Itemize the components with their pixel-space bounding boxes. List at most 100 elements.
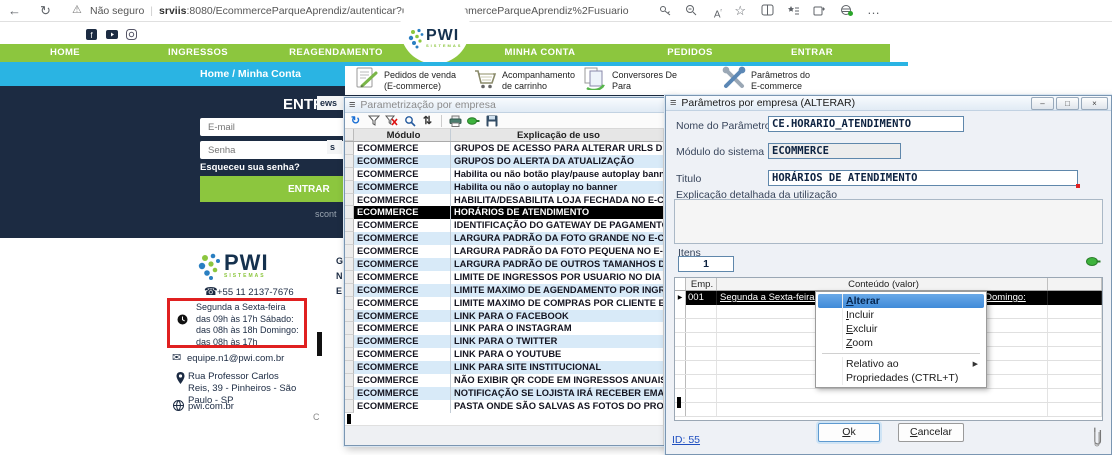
menu-item-relativo-ao[interactable]: Relativo ao▶ [818,357,984,371]
youtube-icon[interactable] [106,27,118,39]
table-row[interactable]: ECOMMERCEGRUPOS DO ALERTA DA ATUALIZAÇÃO [345,155,663,168]
param-window-titlebar[interactable]: ≡ Parametrização por empresa [345,98,673,113]
row-selector[interactable] [675,333,686,346]
shortcut-parametros-ecommerce[interactable]: Parâmetros doE-commerce [722,67,810,94]
browser-essentials-icon[interactable] [813,4,826,17]
row-selector[interactable] [675,319,686,332]
window-menu-icon[interactable]: ≡ [349,98,355,112]
row-selector[interactable] [345,361,354,374]
col-header-modulo[interactable]: Módulo [354,129,451,141]
titulo-field[interactable]: HORÁRIOS DE ATENDIMENTO [768,170,1078,186]
row-selector[interactable] [345,374,354,387]
row-selector[interactable] [345,297,354,310]
row-selector[interactable] [345,181,354,194]
site-logo[interactable]: PWISISTEMAS [408,28,462,50]
sort-icon[interactable]: ⇅ [421,114,434,127]
table-row[interactable]: ECOMMERCELINK PARA O TWITTER [345,335,663,348]
row-selector[interactable] [345,206,354,219]
password-field[interactable] [200,141,345,159]
zoom-out-icon[interactable] [685,4,698,17]
nav-item-entrar[interactable]: ENTRAR [791,44,833,62]
window-menu-icon[interactable]: ≡ [670,96,676,110]
table-row[interactable]: ECOMMERCELINK PARA SITE INSTITUCIONAL [345,361,663,374]
row-selector[interactable] [345,155,354,168]
row-selector[interactable] [345,142,354,155]
nav-item-pedidos[interactable]: PEDIDOS [667,44,713,62]
shortcut-acompanhamento-carrinho[interactable]: Acompanhamentode carrinho [473,67,575,94]
footer-website[interactable]: pwi.com.br [188,401,234,413]
row-selector[interactable] [675,375,686,388]
row-selector[interactable] [345,284,354,297]
row-selector[interactable] [345,271,354,284]
itens-count-field[interactable]: 1 [678,256,734,272]
print-icon[interactable] [449,114,462,127]
email-field[interactable] [200,118,345,136]
minimize-button[interactable]: – [1031,97,1054,110]
table-row[interactable]: ECOMMERCELIMITE MAXIMO DE AGENDAMENTO PO… [345,284,663,297]
table-row[interactable]: ECOMMERCELINK PARA O YOUTUBE [345,348,663,361]
explicacao-textarea[interactable] [674,199,1103,244]
new-row-placeholder[interactable] [345,413,663,426]
facebook-icon[interactable]: f [86,27,98,39]
find-icon[interactable] [403,114,416,127]
row-selector[interactable] [345,232,354,245]
table-row[interactable]: ECOMMERCELARGURA PADRÃO DA FOTO GRANDE N… [345,232,663,245]
close-button[interactable]: × [1081,97,1108,110]
row-selector[interactable] [345,194,354,207]
table-row[interactable]: ECOMMERCELIMITE MAXIMO DE COMPRAS POR CL… [345,297,663,310]
row-selector[interactable] [345,219,354,232]
table-row[interactable]: ECOMMERCELINK PARA O FACEBOOK [345,310,663,323]
split-screen-icon[interactable] [761,4,774,17]
breadcrumb[interactable]: Home / Minha Conta [200,68,301,80]
save-icon[interactable] [485,114,498,127]
settings-more-icon[interactable]: … [867,1,880,19]
row-selector[interactable] [345,387,354,400]
table-row[interactable]: ECOMMERCENÃO EXIBIR QR CODE EM INGRESSOS… [345,374,663,387]
ok-button[interactable]: Ok [818,423,880,442]
col-header-emp[interactable]: Emp. [686,278,717,290]
row-selector[interactable] [345,400,354,413]
modulo-sistema-field[interactable]: ECOMMERCE [768,143,901,159]
row-selector[interactable] [675,305,686,318]
maximize-button[interactable]: □ [1056,97,1079,110]
row-selector[interactable] [345,335,354,348]
itens-action-icon[interactable] [1086,254,1101,272]
row-selector[interactable] [345,348,354,361]
empty-grid-row[interactable] [675,389,1102,403]
extensions-icon[interactable] [840,4,854,17]
table-row[interactable]: ECOMMERCEHabilita ou não botão play/paus… [345,168,663,181]
menu-item-excluir[interactable]: Excluir [818,322,984,336]
refresh-icon[interactable]: ↻ [349,114,362,127]
back-arrow-icon[interactable]: ← [8,2,21,20]
menu-item-incluir[interactable]: Incluir [818,308,984,322]
record-id-link[interactable]: ID: 55 [672,434,700,446]
table-row[interactable]: ECOMMERCELINK PARA O INSTAGRAM [345,322,663,335]
col-header-explicacao[interactable]: Explicação de uso [451,129,663,141]
menu-item-propriedades-ctrl-t[interactable]: Propriedades (CTRL+T) [818,371,984,385]
row-selector[interactable] [345,322,354,335]
row-selector[interactable] [675,361,686,374]
footer-email[interactable]: equipe.n1@pwi.com.br [187,353,284,365]
row-selector[interactable] [345,245,354,258]
table-row[interactable]: ECOMMERCELIMITE DE INGRESSOS POR USUARIO… [345,271,663,284]
table-row[interactable]: ECOMMERCENOTIFICAÇÃO SE LOJISTA IRÁ RECE… [345,387,663,400]
export-icon[interactable] [467,114,480,127]
nome-parametro-field[interactable]: CE.HORARIO_ATENDIMENTO [768,116,964,132]
table-row[interactable]: ECOMMERCEHORÁRIOS DE ATENDIMENTO [345,206,663,219]
collections-icon[interactable] [787,4,800,17]
table-row[interactable]: ECOMMERCEGRUPOS DE ACESSO PARA ALTERAR U… [345,142,663,155]
table-row[interactable]: ECOMMERCEHabilita ou não o autoplay no b… [345,181,663,194]
row-selector[interactable] [345,168,354,181]
nav-item-minha-conta[interactable]: MINHA CONTA [505,44,576,62]
table-row[interactable]: ECOMMERCEIDENTIFICAÇÃO DO GATEWAY DE PAG… [345,219,663,232]
filter-icon[interactable] [367,114,380,127]
favorites-star-icon[interactable]: ☆ [734,2,746,20]
nav-item-reagendamento[interactable]: REAGENDAMENTO [289,44,383,62]
table-row[interactable]: ECOMMERCELARGURA PADRÃO DA FOTO PEQUENA … [345,245,663,258]
table-row[interactable]: ECOMMERCEPASTA ONDE SÃO SALVAS AS FOTOS … [345,400,663,413]
address-bar[interactable]: Não seguro|srviis:8080/EcommerceParqueAp… [90,5,629,17]
row-selector[interactable] [345,310,354,323]
login-submit-button[interactable]: ENTRAR [200,176,345,202]
attachment-paperclip-icon[interactable] [1090,426,1102,455]
empty-grid-row[interactable] [675,403,1102,417]
